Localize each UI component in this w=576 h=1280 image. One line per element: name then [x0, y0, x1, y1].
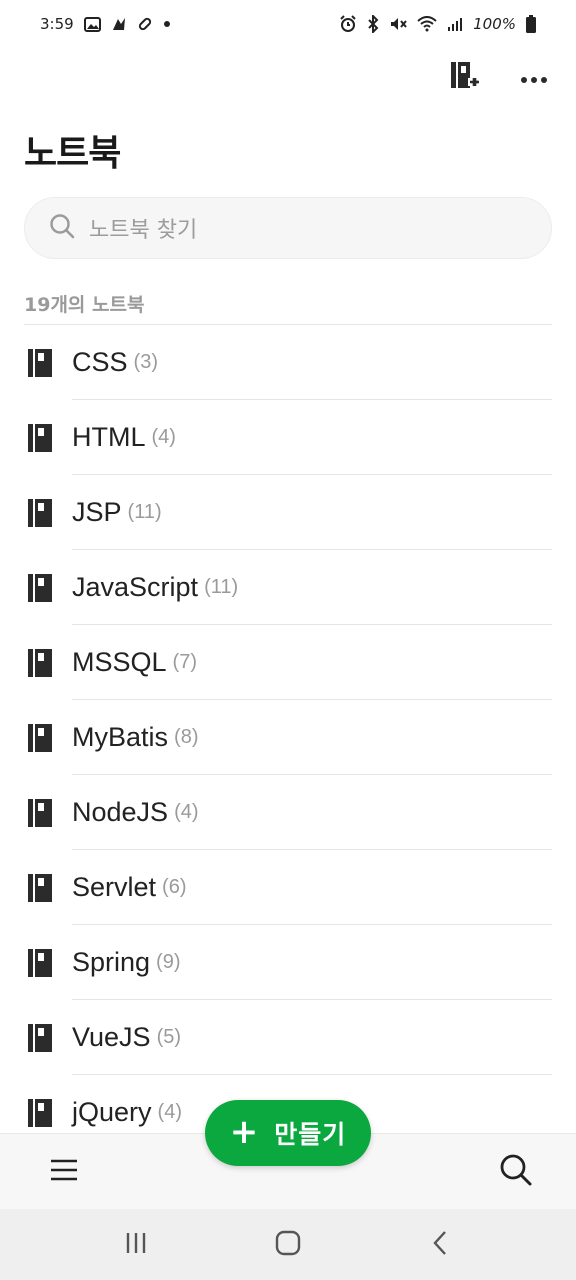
notebook-note-count: (8) — [174, 726, 199, 748]
search-icon — [49, 213, 75, 243]
wifi-icon — [417, 16, 437, 32]
notebook-item[interactable]: JSP (11) — [0, 475, 576, 550]
notebook-name: HTML — [72, 422, 146, 452]
notebook-icon — [24, 497, 56, 529]
notebook-add-icon — [449, 60, 479, 96]
notebook-icon — [24, 572, 56, 604]
notebook-note-count: (6) — [162, 876, 187, 898]
notebook-item[interactable]: HTML (4) — [0, 400, 576, 475]
notebook-note-count: (5) — [156, 1026, 182, 1048]
app-notification-icon — [111, 16, 127, 32]
notebook-name: MyBatis — [72, 722, 169, 752]
notebook-item[interactable]: NodeJS (4) — [0, 775, 576, 850]
page-title: 노트북 — [24, 133, 121, 174]
signal-icon — [447, 16, 463, 32]
notebook-name: Spring — [72, 947, 151, 977]
notebook-icon — [24, 872, 56, 904]
system-nav-bar — [0, 1209, 576, 1280]
notebook-name: MSSQL — [72, 647, 167, 677]
battery-icon — [526, 15, 536, 33]
notebook-icon — [24, 722, 56, 754]
notebook-note-count: (11) — [204, 576, 239, 598]
notebook-item[interactable]: MSSQL (7) — [0, 625, 576, 700]
notebook-list: CSS (3) HTML (4) JSP (11) JavaScript (11) MSSQL(… — [0, 325, 576, 1132]
image-icon — [83, 16, 101, 32]
home-icon — [275, 1230, 301, 1260]
notebook-item[interactable]: JavaScript (11) — [0, 550, 576, 625]
new-notebook-button[interactable] — [446, 58, 482, 98]
home-button[interactable] — [258, 1220, 318, 1270]
back-icon — [432, 1230, 448, 1260]
more-horizontal-icon — [520, 69, 548, 88]
notebook-name: jQuery — [72, 1097, 152, 1127]
notebook-item[interactable]: CSS (3) — [0, 325, 576, 400]
notebook-item[interactable]: Servlet (6) — [0, 850, 576, 925]
status-time: 3:59 — [40, 15, 74, 33]
recents-button[interactable] — [106, 1220, 166, 1270]
search-input[interactable]: 노트북 찾기 — [24, 197, 552, 259]
notebook-name: VueJS — [72, 1022, 151, 1052]
battery-percent: 100% — [473, 15, 516, 33]
status-bar: 3:59 100% — [0, 0, 576, 48]
notebook-name: CSS — [72, 347, 128, 377]
plus-icon: + — [229, 1111, 259, 1152]
notebook-item[interactable]: VueJS (5) — [0, 1000, 576, 1075]
notebook-note-count: (7) — [172, 651, 197, 673]
status-left: 3:59 — [40, 15, 171, 33]
notebook-icon — [24, 422, 56, 454]
search-placeholder: 노트북 찾기 — [89, 218, 198, 243]
search-icon — [499, 1153, 533, 1191]
notebook-note-count: (4) — [174, 801, 199, 823]
mute-icon — [389, 15, 407, 33]
notebook-name: Servlet — [72, 872, 157, 902]
bluetooth-icon — [367, 15, 379, 33]
notebook-icon — [24, 797, 56, 829]
recents-icon — [124, 1231, 148, 1259]
notebook-icon — [24, 1097, 56, 1129]
notebook-icon — [24, 347, 56, 379]
status-right: 100% — [339, 15, 536, 33]
more-button[interactable] — [516, 58, 552, 98]
top-actions — [446, 58, 552, 98]
pill-icon — [137, 16, 153, 32]
create-button[interactable]: + 만들기 — [205, 1100, 371, 1166]
notebook-item[interactable]: MyBatis (8) — [0, 700, 576, 775]
notebook-note-count: (9) — [156, 951, 181, 973]
notebook-name: JSP — [72, 497, 122, 527]
notebook-name: JavaScript — [72, 572, 199, 602]
notebook-note-count: (3) — [133, 351, 158, 373]
notebook-icon — [24, 647, 56, 679]
create-button-label: 만들기 — [274, 1120, 347, 1149]
hamburger-menu-icon — [50, 1159, 78, 1185]
notebook-icon — [24, 1022, 56, 1054]
back-button[interactable] — [410, 1220, 470, 1270]
notebook-note-count: (11) — [127, 501, 162, 523]
notebook-note-count: (4) — [151, 426, 176, 448]
notebook-icon — [24, 947, 56, 979]
notebook-count-label: 19개의 노트북 — [24, 294, 145, 316]
search-button[interactable] — [496, 1152, 536, 1192]
alarm-icon — [339, 15, 357, 33]
menu-button[interactable] — [44, 1152, 84, 1192]
dot-icon — [163, 20, 171, 28]
notebook-name: NodeJS — [72, 797, 169, 827]
notebook-item[interactable]: Spring (9) — [0, 925, 576, 1000]
notebook-note-count: (4) — [157, 1101, 182, 1123]
